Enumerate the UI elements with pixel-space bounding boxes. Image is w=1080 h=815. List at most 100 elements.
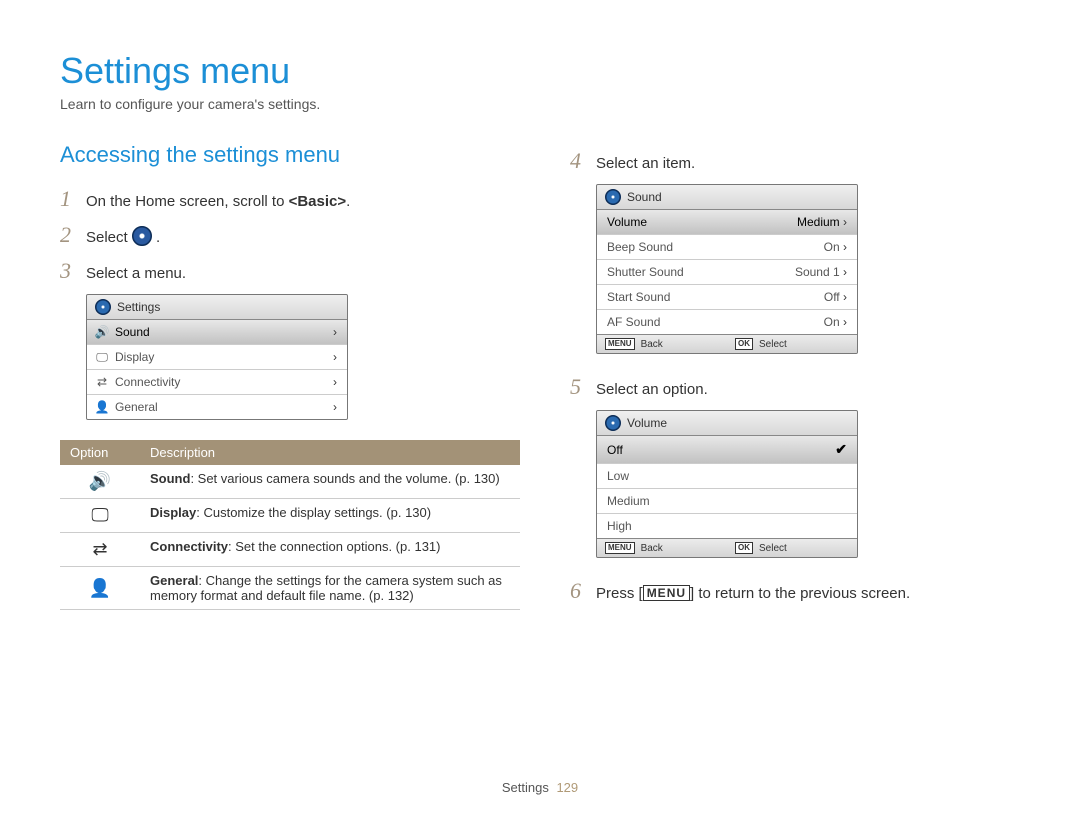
row-label: Connectivity xyxy=(115,375,180,389)
sound-row-volume[interactable]: Volume Medium › xyxy=(597,210,857,234)
footer-select[interactable]: OK Select xyxy=(727,539,857,557)
chevron-right-icon: › xyxy=(333,400,337,414)
step-1: 1 On the Home screen, scroll to <Basic>. xyxy=(60,186,520,212)
display-icon: 🖵 xyxy=(60,499,140,533)
volume-panel: Volume Off ✔ Low Medium High xyxy=(596,410,858,558)
footer-select[interactable]: OK Select xyxy=(727,335,857,353)
panel-title: Volume xyxy=(627,416,667,430)
sound-icon xyxy=(95,325,109,339)
chevron-right-icon: › xyxy=(843,315,847,329)
row-value: Sound 1 › xyxy=(795,265,847,279)
connectivity-icon xyxy=(95,375,109,389)
footer-back-label: Back xyxy=(641,339,663,350)
step-number: 4 xyxy=(570,148,588,174)
step-2-after: . xyxy=(156,229,160,246)
settings-row-sound[interactable]: Sound › xyxy=(87,320,347,344)
two-column-layout: Accessing the settings menu 1 On the Hom… xyxy=(60,142,1020,614)
table-row: 🔊 Sound: Set various camera sounds and t… xyxy=(60,465,520,499)
chevron-right-icon: › xyxy=(843,240,847,254)
sound-row-start[interactable]: Start Sound Off › xyxy=(597,284,857,309)
panel-footer: MENU Back OK Select xyxy=(597,538,857,557)
settings-icon xyxy=(132,226,152,246)
desc-cell: General: Change the settings for the cam… xyxy=(140,567,520,610)
settings-icon xyxy=(605,189,621,205)
display-icon xyxy=(95,350,109,364)
sound-panel: Sound Volume Medium › Beep Sound On › Sh… xyxy=(596,184,858,354)
panel-header: Volume xyxy=(597,411,857,436)
step-5: 5 Select an option. xyxy=(570,374,1020,400)
chevron-right-icon: › xyxy=(843,215,847,229)
footer-back[interactable]: MENU Back xyxy=(597,335,727,353)
panel-footer: MENU Back OK Select xyxy=(597,334,857,353)
footer-page-number: 129 xyxy=(556,780,578,795)
settings-panel: Settings Sound › Display › C xyxy=(86,294,348,420)
step-text: Select . xyxy=(86,226,160,246)
row-label: Display xyxy=(115,350,154,364)
ok-button-icon: OK xyxy=(735,338,753,350)
settings-icon xyxy=(95,299,111,315)
panel-header: Settings xyxy=(87,295,347,320)
footer-select-label: Select xyxy=(759,339,787,350)
sound-row-beep[interactable]: Beep Sound On › xyxy=(597,234,857,259)
page: Settings menu Learn to configure your ca… xyxy=(0,0,1080,815)
chevron-right-icon: › xyxy=(333,325,337,339)
row-label: Off xyxy=(607,443,623,457)
chevron-right-icon: › xyxy=(843,290,847,304)
settings-row-connectivity[interactable]: Connectivity › xyxy=(87,369,347,394)
settings-icon xyxy=(605,415,621,431)
step-6-prefix: Press [ xyxy=(596,585,643,602)
step-number: 3 xyxy=(60,258,78,284)
desc-cell: Connectivity: Set the connection options… xyxy=(140,533,520,567)
footer-back[interactable]: MENU Back xyxy=(597,539,727,557)
step-2: 2 Select . xyxy=(60,222,520,248)
volume-row-medium[interactable]: Medium xyxy=(597,488,857,513)
sound-list: Volume Medium › Beep Sound On › Shutter … xyxy=(597,210,857,334)
step-number: 2 xyxy=(60,222,78,248)
sound-icon: 🔊 xyxy=(60,465,140,499)
menu-button-label: MENU xyxy=(643,585,690,601)
desc-cell: Sound: Set various camera sounds and the… xyxy=(140,465,520,499)
volume-row-low[interactable]: Low xyxy=(597,463,857,488)
row-label: Low xyxy=(607,469,629,483)
right-column: 4 Select an item. Sound Volume Medium › … xyxy=(570,142,1020,614)
row-value: On › xyxy=(824,240,847,254)
panel-title: Settings xyxy=(117,300,160,314)
row-label: Shutter Sound xyxy=(607,265,684,279)
step-text: On the Home screen, scroll to <Basic>. xyxy=(86,193,350,210)
step-6-suffix: ] to return to the previous screen. xyxy=(690,585,910,602)
volume-row-high[interactable]: High xyxy=(597,513,857,538)
chevron-right-icon: › xyxy=(333,350,337,364)
row-value: Medium › xyxy=(797,215,847,229)
th-description: Description xyxy=(140,440,520,465)
sound-row-shutter[interactable]: Shutter Sound Sound 1 › xyxy=(597,259,857,284)
menu-button-icon: MENU xyxy=(605,542,635,554)
row-label: AF Sound xyxy=(607,315,660,329)
settings-row-display[interactable]: Display › xyxy=(87,344,347,369)
settings-row-general[interactable]: General › xyxy=(87,394,347,419)
panel-title: Sound xyxy=(627,190,662,204)
section-heading: Accessing the settings menu xyxy=(60,142,520,168)
settings-list: Sound › Display › Connectivity › xyxy=(87,320,347,419)
volume-row-off[interactable]: Off ✔ xyxy=(597,436,857,463)
footer-section-label: Settings xyxy=(502,780,549,795)
step-4: 4 Select an item. xyxy=(570,148,1020,174)
step-text: Press [MENU] to return to the previous s… xyxy=(596,585,910,602)
volume-list: Off ✔ Low Medium High xyxy=(597,436,857,538)
sound-row-af[interactable]: AF Sound On › xyxy=(597,309,857,334)
row-value: Off › xyxy=(824,290,847,304)
general-icon: 👤 xyxy=(60,567,140,610)
table-row: ⇄ Connectivity: Set the connection optio… xyxy=(60,533,520,567)
step-number: 6 xyxy=(570,578,588,604)
row-label: Volume xyxy=(607,215,647,229)
chevron-right-icon: › xyxy=(843,265,847,279)
chevron-right-icon: › xyxy=(333,375,337,389)
check-icon: ✔ xyxy=(835,441,847,458)
row-label: Start Sound xyxy=(607,290,670,304)
table-row: 👤 General: Change the settings for the c… xyxy=(60,567,520,610)
option-description-table: Option Description 🔊 Sound: Set various … xyxy=(60,440,520,610)
step-number: 5 xyxy=(570,374,588,400)
connectivity-icon: ⇄ xyxy=(60,533,140,567)
desc-cell: Display: Customize the display settings.… xyxy=(140,499,520,533)
step-text: Select a menu. xyxy=(86,265,186,282)
row-label: Medium xyxy=(607,494,650,508)
